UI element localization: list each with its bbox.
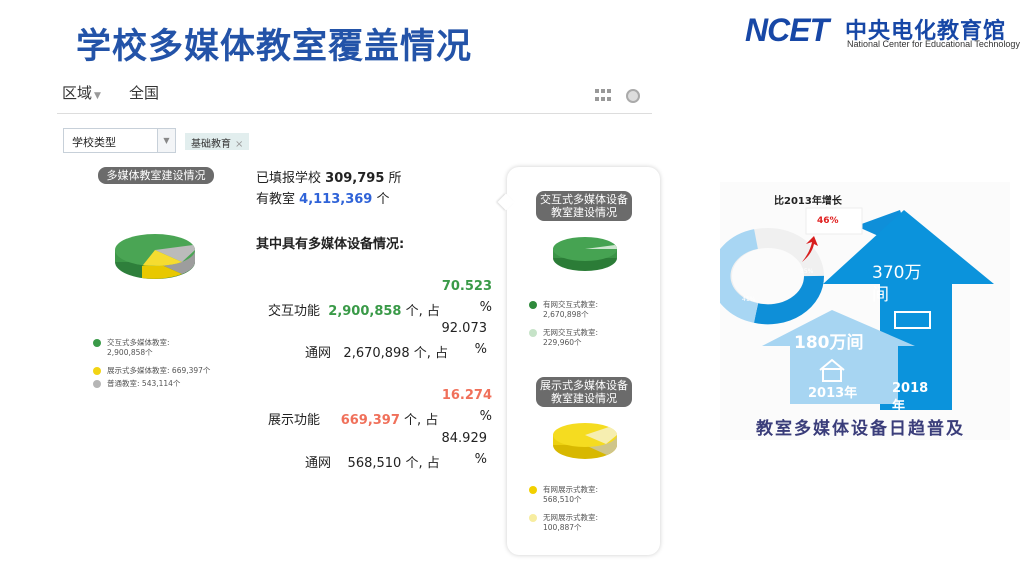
school-type-select[interactable]: 学校类型 ▼	[63, 128, 176, 153]
growth-label: 比2013年增长	[774, 196, 842, 207]
stat-unit: 个	[376, 192, 390, 207]
logo-en-name: National Center for Educational Technolo…	[847, 39, 1020, 49]
legend-label: 无网交互式教室:	[543, 328, 599, 337]
growth-value: 46%	[817, 216, 839, 226]
legend-item: 无网展示式教室: 100,887个	[529, 513, 649, 533]
globe-icon[interactable]	[626, 89, 640, 103]
legend-item: 有网展示式教室: 568,510个	[529, 485, 649, 505]
percent-sign: %	[479, 300, 492, 315]
stat-value: 4,113,369	[299, 192, 373, 207]
stat-value: 669,397	[340, 413, 400, 428]
page-title: 学校多媒体教室覆盖情况	[76, 27, 473, 67]
overview-pill: 多媒体教室建设情况	[98, 167, 214, 184]
pie-icon	[529, 486, 537, 494]
legend-item: 展示式多媒体教室: 669,397个	[93, 366, 223, 376]
stat-label: 展示功能	[268, 413, 321, 428]
small-value: 180万间	[794, 333, 864, 353]
interactive-pct: 70.523	[441, 279, 492, 294]
display-net-row: 通网 568,510 个, 占	[305, 452, 440, 471]
interactive-net-row: 通网 2,670,898 个, 占	[305, 342, 448, 361]
percent-sign: %	[479, 409, 492, 424]
display-legend: 有网展示式教室: 568,510个 无网展示式教室: 100,887个	[529, 485, 649, 533]
grid-icon[interactable]	[595, 89, 611, 103]
pie-icon	[529, 514, 537, 522]
stat-value: 309,795	[325, 171, 385, 186]
display-pill: 展示式多媒体设备教室建设情况	[536, 377, 632, 407]
legend-label: 展示式多媒体教室:	[107, 366, 170, 375]
legend-label: 无网展示式教室:	[543, 513, 599, 522]
rooms-stat: 有教室 4,113,369 个	[256, 188, 390, 207]
section-heading: 其中具有多媒体设备情况:	[256, 237, 405, 252]
legend-item: 普通教室: 543,114个	[93, 379, 223, 389]
legend-value: 2,670,898个	[543, 310, 589, 319]
stat-unit: 个, 占	[405, 456, 440, 471]
interactive-pie-chart	[553, 237, 617, 271]
divider	[57, 113, 652, 114]
stat-value: 2,900,858	[328, 304, 402, 319]
pie-icon	[529, 301, 537, 309]
stat-label: 通网	[305, 456, 332, 471]
stat-unit: 个, 占	[405, 304, 440, 319]
stat-label: 有教室	[256, 192, 296, 207]
legend-value: 543,114个	[141, 379, 181, 388]
donut-label: 41%	[742, 296, 756, 303]
stat-unit: 个, 占	[404, 413, 439, 428]
legend-item: 有网交互式教室: 2,670,898个	[529, 300, 649, 320]
percent-sign: %	[474, 342, 487, 357]
stat-label: 交互功能	[268, 304, 321, 319]
stat-value: 2,670,898	[343, 346, 410, 361]
infographic-shapes	[720, 207, 994, 410]
big-value: 370万间	[872, 263, 922, 305]
display-row: 展示功能 669,397 个, 占	[268, 409, 438, 428]
legend-label: 有网展示式教室:	[543, 485, 599, 494]
interactive-row: 交互功能 2,900,858 个, 占	[268, 300, 440, 319]
display-pie-chart	[553, 423, 618, 459]
pie-icon	[93, 339, 101, 347]
legend-value: 568,510个	[543, 495, 582, 504]
infographic-caption: 教室多媒体设备日趋普及	[756, 419, 965, 439]
legend-value: 229,960个	[543, 338, 582, 347]
pie-icon	[93, 367, 101, 375]
interactive-legend: 有网交互式教室: 2,670,898个 无网交互式教室: 229,960个	[529, 300, 649, 348]
legend-item: 交互式多媒体教室: 2,900,858个	[93, 338, 223, 358]
percent-sign: %	[474, 452, 487, 467]
big-year: 2018年	[892, 381, 929, 414]
legend-value: 669,397个	[171, 366, 211, 375]
small-year: 2013年	[808, 386, 858, 401]
donut-segment-2018	[753, 275, 825, 325]
interactive-net-pct: 92.073	[441, 321, 488, 336]
select-value: 学校类型	[72, 136, 116, 149]
pie-icon	[93, 380, 101, 388]
ncet-logo: NCET 中央电化教育馆 National Center for Educati…	[745, 12, 1020, 50]
region-label: 区域	[62, 84, 93, 102]
stat-value: 568,510	[347, 456, 402, 471]
pie-icon	[529, 329, 537, 337]
overview-pie-chart	[115, 234, 195, 279]
region-dropdown[interactable]: 区域 ▼	[62, 82, 101, 103]
schools-stat: 已填报学校 309,795 所	[256, 167, 402, 186]
stat-label: 通网	[305, 346, 332, 361]
legend-value: 100,887个	[543, 523, 582, 532]
region-value: 全国	[129, 84, 160, 102]
chevron-down-icon[interactable]: ▼	[157, 129, 175, 152]
legend-item: 无网交互式教室: 229,960个	[529, 328, 649, 348]
legend-label: 有网交互式教室:	[543, 300, 599, 309]
filter-tag: 基础教育 ×	[185, 133, 250, 150]
stat-label: 已填报学校	[256, 171, 322, 186]
logo-brand: NCET	[745, 12, 829, 48]
legend-value: 2,900,858个	[107, 348, 153, 357]
display-pct: 16.274	[441, 388, 492, 403]
stat-unit: 个, 占	[413, 346, 448, 361]
tag-label: 基础教育	[191, 139, 231, 150]
legend-label: 交互式多媒体教室:	[107, 338, 170, 347]
overview-legend: 交互式多媒体教室: 2,900,858个 展示式多媒体教室: 669,397个 普…	[93, 338, 223, 389]
caret-down-icon: ▼	[94, 91, 101, 101]
donut-label: 85%	[800, 268, 814, 275]
display-net-pct: 84.929	[441, 431, 488, 446]
legend-label: 普通教室:	[107, 379, 140, 388]
close-icon[interactable]: ×	[235, 139, 243, 150]
interactive-pill: 交互式多媒体设备教室建设情况	[536, 191, 632, 221]
growth-infographic: 比2013年增长 46% 85% 41% 370万间 2018年 180万间 2…	[720, 182, 1010, 440]
stat-unit: 所	[388, 171, 402, 186]
